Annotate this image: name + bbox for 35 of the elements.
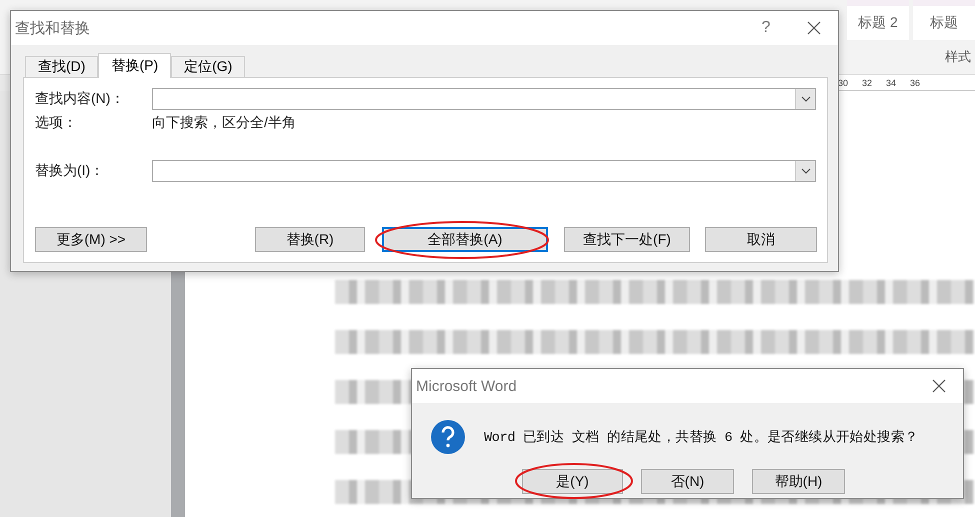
style-gallery-item[interactable]: 标题 [913,0,975,40]
group-label: 样式 [945,48,971,66]
replace-input-field[interactable] [152,160,816,182]
field-label: 查找内容(N)： [35,90,126,108]
message-text: Word 已到达 文档 的结尾处，共替换 6 处。是否继续从开始处搜索？ [484,428,918,446]
dialog-button[interactable]: 替换(R) [255,227,365,252]
dialog-button[interactable]: 全部替换(A) [382,227,548,252]
help-button[interactable]: ? [746,13,786,43]
dialog-button[interactable]: 否(N) [641,469,734,494]
tab[interactable]: 查找(D) [25,56,98,78]
tab[interactable]: 替换(P) [98,53,172,78]
options-label: 选项： [35,114,78,132]
dialog-button[interactable]: 取消 [705,227,817,252]
field-label: 替换为(I)： [35,162,106,180]
style-gallery-item[interactable]: 标题 2 [847,0,909,40]
dialog-title: Microsoft Word [416,378,518,394]
dialog-button[interactable]: 是(Y) [522,469,623,494]
dialog-button[interactable]: 查找下一处(F) [564,227,690,252]
close-icon [807,21,821,35]
chevron-down-icon [800,168,810,174]
ruler-number: 36 [910,78,920,88]
dialog-button[interactable]: 更多(M) >> [35,227,147,252]
find-input-field[interactable] [152,88,816,110]
tab[interactable]: 定位(G) [171,56,246,78]
ruler-number: 32 [862,78,872,88]
dialog-button[interactable]: 帮助(H) [752,469,845,494]
close-icon [932,379,946,393]
dropdown-button[interactable] [795,161,815,181]
dropdown-button[interactable] [795,89,815,109]
dialog-title: 查找和替换 [15,18,91,38]
question-icon [430,419,466,455]
ruler-number: 30 [838,78,848,88]
ruler-number: 34 [886,78,896,88]
chevron-down-icon [800,96,810,102]
options-text: 向下搜索，区分全/半角 [152,114,296,132]
